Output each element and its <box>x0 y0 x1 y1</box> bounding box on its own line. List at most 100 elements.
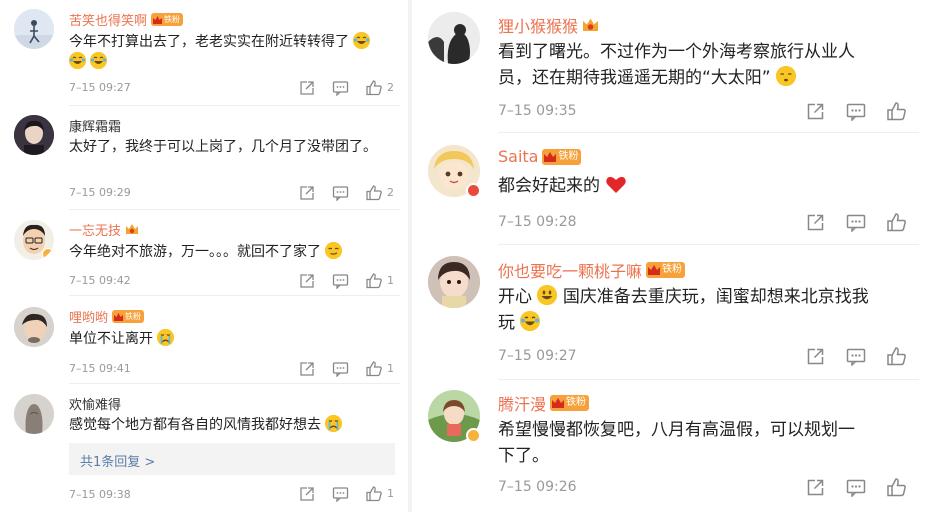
laughing-tears-emoji <box>520 311 541 332</box>
crying-emoji <box>325 415 343 432</box>
username[interactable]: 一忘无技 <box>69 220 121 239</box>
name-row: 欢愉难得 <box>69 394 121 413</box>
share-icon <box>806 347 825 366</box>
share-button[interactable] <box>299 185 315 201</box>
username[interactable]: 康辉霜霜 <box>69 116 121 135</box>
action-bar <box>806 212 907 232</box>
badge-label: 铁粉 <box>566 397 587 408</box>
like-count: 2 <box>387 186 394 199</box>
like-button[interactable]: 2 <box>365 79 394 96</box>
avatar[interactable] <box>428 390 481 443</box>
action-bar <box>806 101 907 121</box>
comment-button[interactable] <box>332 273 349 289</box>
like-count: 2 <box>387 81 394 94</box>
timestamp: 7–15 09:26 <box>498 479 577 495</box>
like-icon <box>365 79 383 96</box>
share-button[interactable] <box>299 486 315 502</box>
avatar[interactable] <box>14 394 54 434</box>
name-row: 你也要吃一颗桃子嘛 铁粉 <box>498 258 686 282</box>
fan-badge: 铁粉 <box>550 395 590 411</box>
like-button[interactable]: 1 <box>365 360 394 377</box>
like-button[interactable]: 1 <box>365 272 394 289</box>
share-button[interactable] <box>299 80 315 96</box>
name-row: 康辉霜霜 <box>69 116 121 135</box>
like-icon <box>365 272 383 289</box>
comment-button[interactable] <box>846 347 866 366</box>
share-button[interactable] <box>806 478 825 497</box>
timestamp: 7–15 09:29 <box>69 186 131 199</box>
comment-item: 苦笑也得笑啊 铁粉 今年不打算出去了，老老实实在附近转转得了 7–15 09:2… <box>0 0 408 106</box>
avatar[interactable] <box>428 12 480 64</box>
like-count: 1 <box>387 274 394 287</box>
avatar[interactable] <box>428 145 481 198</box>
name-row: 苦笑也得笑啊 铁粉 <box>69 10 184 29</box>
share-icon <box>299 80 315 96</box>
username[interactable]: 狸小猴猴猴 <box>498 13 578 37</box>
comment-button[interactable] <box>332 185 349 201</box>
comment-button[interactable] <box>332 80 349 96</box>
avatar[interactable] <box>14 115 54 155</box>
badge-label: 铁粉 <box>125 311 142 321</box>
comment-button[interactable] <box>332 361 349 377</box>
username[interactable]: 腾汗漫 <box>498 391 546 415</box>
like-icon <box>365 184 383 201</box>
comment-text: 感觉每个地方都有各自的风情我都好想去 <box>69 415 401 435</box>
name-row: 哩哟哟 铁粉 <box>69 307 145 326</box>
sleepy-emoji <box>776 66 797 87</box>
badge-label: 铁粉 <box>662 264 683 275</box>
avatar[interactable] <box>14 9 54 49</box>
comment-button[interactable] <box>846 213 866 232</box>
share-button[interactable] <box>299 361 315 377</box>
like-icon <box>886 101 907 121</box>
comment-text: 看到了曙光。不过作为一个外海考察旅行从业人 员，还在期待我遥遥无期的“大太阳” <box>498 42 855 89</box>
comment-icon <box>332 273 349 289</box>
timestamp: 7–15 09:41 <box>69 362 131 375</box>
comment-icon <box>846 102 866 121</box>
comment-button[interactable] <box>846 478 866 497</box>
share-button[interactable] <box>806 102 825 121</box>
username[interactable]: Saita <box>498 147 538 166</box>
like-button[interactable] <box>886 101 907 121</box>
like-icon <box>886 346 907 366</box>
laughing-tears-emoji <box>69 52 86 70</box>
share-button[interactable] <box>806 347 825 366</box>
share-icon <box>299 185 315 201</box>
verified-icon <box>466 428 481 443</box>
comment-item: 康辉霜霜 太好了，我终于可以上岗了，几个月了没带团了。 7–15 09:29 2 <box>0 106 408 210</box>
comment-item: 一忘无技 今年绝对不旅游，万一。。。就回不了家了 7–15 09:42 1 <box>0 210 408 296</box>
username[interactable]: 你也要吃一颗桃子嘛 <box>498 258 642 282</box>
comment-item: 腾汗漫 铁粉 希望慢慢都恢复吧，八月有高温假，可以规划一 下了。 7–15 09… <box>412 380 927 512</box>
like-button[interactable]: 1 <box>365 485 394 502</box>
username[interactable]: 欢愉难得 <box>69 394 121 413</box>
username[interactable]: 苦笑也得笑啊 <box>69 10 147 29</box>
comment-button[interactable] <box>332 486 349 502</box>
like-icon <box>886 212 907 232</box>
comment-button[interactable] <box>846 102 866 121</box>
action-bar: 1 <box>299 272 394 289</box>
timestamp: 7–15 09:28 <box>498 214 577 230</box>
share-button[interactable] <box>299 273 315 289</box>
share-icon <box>299 361 315 377</box>
comment-icon <box>332 486 349 502</box>
share-icon <box>299 273 315 289</box>
fan-badge: 铁粉 <box>646 262 686 278</box>
like-icon <box>365 360 383 377</box>
like-button[interactable] <box>886 212 907 232</box>
share-button[interactable] <box>806 213 825 232</box>
username[interactable]: 哩哟哟 <box>69 307 108 326</box>
name-row: 腾汗漫 铁粉 <box>498 391 590 415</box>
crown-icon <box>647 264 661 276</box>
fan-badge: 铁粉 <box>151 13 184 26</box>
action-bar: 2 <box>299 79 394 96</box>
like-button[interactable] <box>886 477 907 497</box>
avatar[interactable] <box>14 220 54 260</box>
avatar[interactable] <box>14 307 54 347</box>
like-button[interactable]: 2 <box>365 184 394 201</box>
avatar[interactable] <box>428 256 480 308</box>
reply-summary-link[interactable]: 共1条回复 > <box>69 443 395 475</box>
comment-icon <box>846 213 866 232</box>
like-icon <box>886 477 907 497</box>
action-bar: 1 <box>299 360 394 377</box>
comment-item: 你也要吃一颗桃子嘛 铁粉 开心 国庆准备去重庆玩，闺蜜却想来北京找我 玩 7–1… <box>412 245 927 380</box>
like-button[interactable] <box>886 346 907 366</box>
